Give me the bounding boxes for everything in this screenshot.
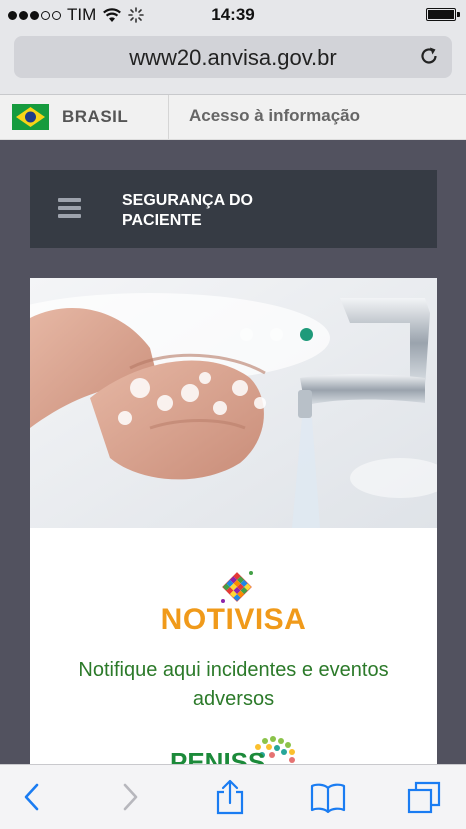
carousel-dot[interactable] (270, 328, 283, 341)
government-bar: BRASIL Acesso à informação (0, 95, 466, 140)
notivisa-description[interactable]: Notifique aqui incidentes e eventos adve… (50, 656, 417, 714)
access-information-link[interactable]: Acesso à informação (189, 106, 360, 126)
carousel-indicators (240, 328, 313, 341)
peniss-logo[interactable]: PENISS (170, 733, 300, 764)
carousel-dot[interactable] (240, 328, 253, 341)
site-title-line1: SEGURANÇA DO (122, 192, 253, 209)
address-bar[interactable]: www20.anvisa.gov.br (14, 36, 452, 78)
url-text[interactable]: www20.anvisa.gov.br (14, 45, 452, 71)
browser-toolbar (0, 764, 466, 829)
status-bar: TIM 14:39 (0, 0, 466, 30)
forward-icon[interactable] (112, 779, 148, 815)
content-card: NOTIVISA Notifique aqui incidentes e eve… (30, 278, 437, 764)
hamburger-icon[interactable] (58, 198, 81, 218)
tabs-icon[interactable] (406, 779, 442, 815)
site-header: SEGURANÇA DO PACIENTE (30, 170, 437, 248)
clock: 14:39 (211, 5, 255, 24)
notivisa-logo-icon[interactable] (218, 568, 256, 606)
battery-icon (426, 8, 460, 21)
site-title-line2: PACIENTE (122, 212, 202, 229)
site-title[interactable]: SEGURANÇA DO PACIENTE (122, 191, 322, 231)
peniss-title: PENISS (170, 747, 266, 764)
carousel-dot-active[interactable] (300, 328, 313, 341)
gov-bar-divider (168, 95, 169, 139)
reload-icon[interactable] (418, 45, 440, 67)
bookmarks-icon[interactable] (310, 779, 346, 815)
brasil-link[interactable]: BRASIL (62, 107, 128, 127)
back-icon[interactable] (14, 779, 50, 815)
share-icon[interactable] (212, 779, 248, 815)
brazil-flag-icon[interactable] (12, 104, 49, 130)
notivisa-title[interactable]: NOTIVISA (30, 603, 437, 637)
hand-washing-hero-image[interactable] (30, 278, 437, 528)
browser-address-area: www20.anvisa.gov.br (0, 30, 466, 95)
